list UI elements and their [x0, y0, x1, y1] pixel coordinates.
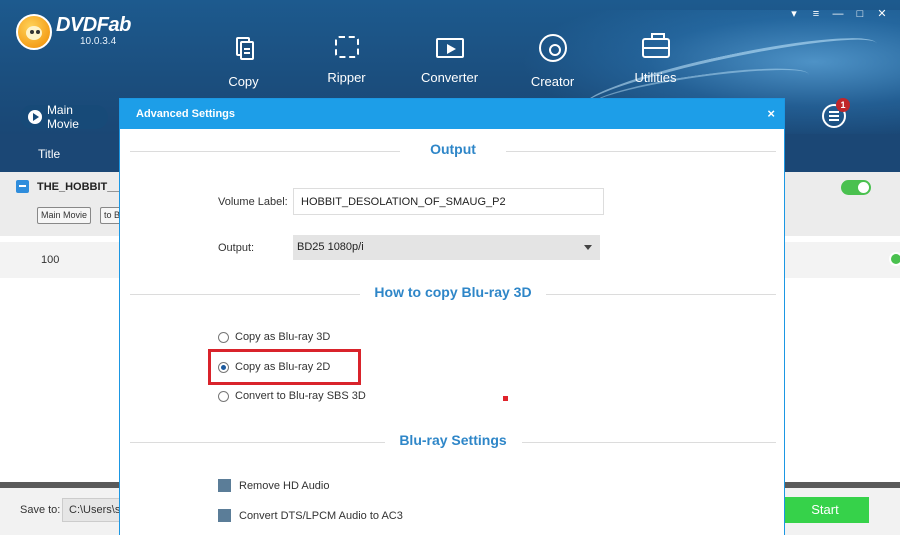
arrow-right-icon — [28, 110, 42, 124]
chevron-down-icon — [584, 245, 592, 250]
nav-label: Copy — [228, 74, 259, 89]
radio-label: Copy as Blu-ray 3D — [235, 331, 331, 343]
close-icon[interactable]: ✕ — [876, 7, 888, 21]
queue-count-badge: 1 — [836, 98, 850, 112]
main-movie-label: Main Movie — [46, 103, 79, 131]
nav-label: Creator — [530, 74, 575, 89]
nav-copy[interactable]: Copy — [192, 30, 295, 89]
pin-icon[interactable]: ▾ — [788, 7, 800, 21]
advanced-settings-dialog: Advanced Settings × Output Volume Label:… — [119, 98, 785, 535]
converter-icon — [435, 38, 464, 58]
minimize-icon[interactable]: — — [832, 7, 844, 21]
output-select[interactable]: BD25 1080p/i — [293, 235, 600, 260]
checkbox[interactable] — [218, 479, 231, 492]
maximize-icon[interactable]: □ — [854, 7, 866, 21]
dvdfab-mascot-icon — [16, 14, 52, 50]
radio-sbs-3d[interactable]: Convert to Blu-ray SBS 3D — [218, 390, 366, 402]
red-marker — [503, 396, 508, 401]
section-title: How to copy Blu-ray 3D — [374, 284, 532, 300]
close-icon[interactable]: × — [767, 107, 775, 121]
save-to-label: Save to: — [20, 504, 61, 516]
option-remove-hd-audio[interactable]: Remove HD Audio — [218, 479, 330, 492]
utilities-icon — [641, 33, 670, 58]
nav-ripper[interactable]: Ripper — [295, 30, 398, 89]
app-version: 10.0.3.4 — [80, 36, 117, 47]
volume-label-label: Volume Label: — [218, 196, 288, 208]
start-button[interactable]: Start — [781, 497, 869, 523]
app-logo: DVDFab 10.0.3.4 — [16, 14, 131, 50]
output-select-value: BD25 1080p/i — [297, 241, 364, 253]
column-title: Title — [38, 147, 61, 161]
nav-label: Ripper — [327, 70, 366, 85]
main-movie-button[interactable]: Main Movie — [20, 103, 108, 131]
dialog-header: Advanced Settings × — [120, 99, 784, 129]
section-title: Blu-ray Settings — [399, 432, 507, 448]
copy-icon — [230, 34, 258, 62]
status-dot-icon — [889, 252, 900, 266]
section-output: Output — [130, 141, 776, 161]
movie-title: THE_HOBBIT__T — [37, 181, 127, 193]
nav-converter[interactable]: Converter — [398, 30, 501, 89]
window-controls: ▾ ≡ — □ ✕ — [788, 7, 888, 21]
radio-button[interactable] — [218, 331, 229, 343]
nav-label: Converter — [420, 70, 479, 85]
radio-label: Convert to Blu-ray SBS 3D — [235, 390, 366, 402]
checkbox-label: Remove HD Audio — [239, 479, 330, 492]
menu-icon[interactable]: ≡ — [810, 7, 822, 21]
creator-icon — [538, 34, 567, 62]
radio-copy-3d[interactable]: Copy as Blu-ray 3D — [218, 331, 330, 343]
save-path-field[interactable]: C:\Users\s — [62, 498, 122, 522]
nav-utilities[interactable]: Utilities — [604, 30, 707, 89]
checkbox[interactable] — [218, 509, 231, 522]
nav-label: Utilities — [634, 70, 677, 85]
app-name: DVDFab — [56, 14, 131, 36]
row-value: 100 — [41, 254, 60, 266]
ripper-icon — [334, 36, 359, 58]
output-label: Output: — [218, 242, 255, 254]
dialog-title: Advanced Settings — [136, 108, 236, 120]
main-movie-tag[interactable]: Main Movie — [37, 207, 92, 224]
title-checkbox[interactable] — [16, 180, 29, 193]
title-toggle[interactable] — [841, 180, 871, 195]
checkbox-label: Convert DTS/LPCM Audio to AC3 — [239, 509, 403, 522]
module-nav: Copy Ripper Converter Creator Utilities — [192, 30, 707, 89]
option-convert-dts[interactable]: Convert DTS/LPCM Audio to AC3 — [218, 509, 403, 522]
section-title: Output — [430, 141, 476, 157]
highlight-annotation-box — [208, 349, 361, 385]
nav-creator[interactable]: Creator — [501, 30, 604, 89]
volume-label-input[interactable]: HOBBIT_DESOLATION_OF_SMAUG_P2 — [293, 188, 604, 215]
section-copy-3d: How to copy Blu-ray 3D — [130, 284, 776, 304]
section-bluray-settings: Blu-ray Settings — [130, 432, 776, 452]
radio-button[interactable] — [218, 390, 229, 402]
